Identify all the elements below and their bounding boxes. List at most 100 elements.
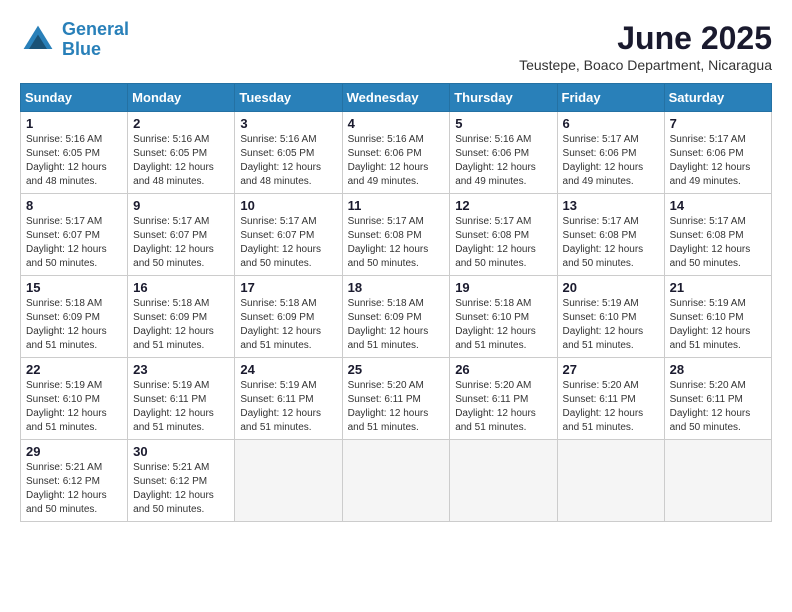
calendar-cell: 23 Sunrise: 5:19 AM Sunset: 6:11 PM Dayl… bbox=[128, 358, 235, 440]
day-info: Sunrise: 5:17 AM Sunset: 6:08 PM Dayligh… bbox=[563, 215, 659, 271]
day-info: Sunrise: 5:17 AM Sunset: 6:07 PM Dayligh… bbox=[240, 215, 336, 271]
logo-text: General Blue bbox=[62, 20, 129, 60]
calendar-cell: 4 Sunrise: 5:16 AM Sunset: 6:06 PM Dayli… bbox=[342, 112, 450, 194]
day-number: 16 bbox=[133, 280, 229, 295]
calendar-cell: 22 Sunrise: 5:19 AM Sunset: 6:10 PM Dayl… bbox=[21, 358, 128, 440]
day-number: 23 bbox=[133, 362, 229, 377]
day-number: 2 bbox=[133, 116, 229, 131]
calendar-cell: 15 Sunrise: 5:18 AM Sunset: 6:09 PM Dayl… bbox=[21, 276, 128, 358]
day-info: Sunrise: 5:18 AM Sunset: 6:09 PM Dayligh… bbox=[26, 297, 122, 353]
calendar-cell: 18 Sunrise: 5:18 AM Sunset: 6:09 PM Dayl… bbox=[342, 276, 450, 358]
calendar-cell: 7 Sunrise: 5:17 AM Sunset: 6:06 PM Dayli… bbox=[664, 112, 771, 194]
calendar-cell: 5 Sunrise: 5:16 AM Sunset: 6:06 PM Dayli… bbox=[450, 112, 557, 194]
day-info: Sunrise: 5:16 AM Sunset: 6:06 PM Dayligh… bbox=[348, 133, 445, 189]
calendar-table: SundayMondayTuesdayWednesdayThursdayFrid… bbox=[20, 83, 772, 522]
day-number: 17 bbox=[240, 280, 336, 295]
day-info: Sunrise: 5:19 AM Sunset: 6:10 PM Dayligh… bbox=[26, 379, 122, 435]
week-row-5: 29 Sunrise: 5:21 AM Sunset: 6:12 PM Dayl… bbox=[21, 440, 772, 522]
header: General Blue June 2025 Teustepe, Boaco D… bbox=[20, 20, 772, 73]
day-number: 3 bbox=[240, 116, 336, 131]
day-number: 15 bbox=[26, 280, 122, 295]
calendar-cell: 10 Sunrise: 5:17 AM Sunset: 6:07 PM Dayl… bbox=[235, 194, 342, 276]
calendar-cell: 11 Sunrise: 5:17 AM Sunset: 6:08 PM Dayl… bbox=[342, 194, 450, 276]
day-info: Sunrise: 5:16 AM Sunset: 6:05 PM Dayligh… bbox=[26, 133, 122, 189]
day-info: Sunrise: 5:17 AM Sunset: 6:06 PM Dayligh… bbox=[670, 133, 766, 189]
day-number: 5 bbox=[455, 116, 551, 131]
day-info: Sunrise: 5:20 AM Sunset: 6:11 PM Dayligh… bbox=[348, 379, 445, 435]
day-number: 22 bbox=[26, 362, 122, 377]
day-number: 29 bbox=[26, 444, 122, 459]
day-number: 20 bbox=[563, 280, 659, 295]
day-number: 13 bbox=[563, 198, 659, 213]
week-row-3: 15 Sunrise: 5:18 AM Sunset: 6:09 PM Dayl… bbox=[21, 276, 772, 358]
day-info: Sunrise: 5:16 AM Sunset: 6:05 PM Dayligh… bbox=[240, 133, 336, 189]
weekday-header-friday: Friday bbox=[557, 84, 664, 112]
day-number: 30 bbox=[133, 444, 229, 459]
day-info: Sunrise: 5:16 AM Sunset: 6:06 PM Dayligh… bbox=[455, 133, 551, 189]
calendar-cell: 25 Sunrise: 5:20 AM Sunset: 6:11 PM Dayl… bbox=[342, 358, 450, 440]
weekday-header-tuesday: Tuesday bbox=[235, 84, 342, 112]
week-row-2: 8 Sunrise: 5:17 AM Sunset: 6:07 PM Dayli… bbox=[21, 194, 772, 276]
calendar-cell: 6 Sunrise: 5:17 AM Sunset: 6:06 PM Dayli… bbox=[557, 112, 664, 194]
day-number: 26 bbox=[455, 362, 551, 377]
day-info: Sunrise: 5:19 AM Sunset: 6:11 PM Dayligh… bbox=[133, 379, 229, 435]
calendar-cell: 21 Sunrise: 5:19 AM Sunset: 6:10 PM Dayl… bbox=[664, 276, 771, 358]
calendar-cell bbox=[235, 440, 342, 522]
day-number: 24 bbox=[240, 362, 336, 377]
day-info: Sunrise: 5:17 AM Sunset: 6:08 PM Dayligh… bbox=[348, 215, 445, 271]
weekday-header-wednesday: Wednesday bbox=[342, 84, 450, 112]
weekday-header-monday: Monday bbox=[128, 84, 235, 112]
logo-icon bbox=[20, 22, 56, 58]
calendar-cell: 29 Sunrise: 5:21 AM Sunset: 6:12 PM Dayl… bbox=[21, 440, 128, 522]
calendar-cell: 24 Sunrise: 5:19 AM Sunset: 6:11 PM Dayl… bbox=[235, 358, 342, 440]
day-info: Sunrise: 5:17 AM Sunset: 6:07 PM Dayligh… bbox=[26, 215, 122, 271]
day-info: Sunrise: 5:16 AM Sunset: 6:05 PM Dayligh… bbox=[133, 133, 229, 189]
calendar-cell: 8 Sunrise: 5:17 AM Sunset: 6:07 PM Dayli… bbox=[21, 194, 128, 276]
day-info: Sunrise: 5:20 AM Sunset: 6:11 PM Dayligh… bbox=[455, 379, 551, 435]
day-info: Sunrise: 5:20 AM Sunset: 6:11 PM Dayligh… bbox=[670, 379, 766, 435]
calendar-cell: 20 Sunrise: 5:19 AM Sunset: 6:10 PM Dayl… bbox=[557, 276, 664, 358]
calendar-cell: 2 Sunrise: 5:16 AM Sunset: 6:05 PM Dayli… bbox=[128, 112, 235, 194]
logo: General Blue bbox=[20, 20, 129, 60]
day-info: Sunrise: 5:18 AM Sunset: 6:09 PM Dayligh… bbox=[133, 297, 229, 353]
day-number: 25 bbox=[348, 362, 445, 377]
day-info: Sunrise: 5:17 AM Sunset: 6:08 PM Dayligh… bbox=[455, 215, 551, 271]
day-number: 11 bbox=[348, 198, 445, 213]
weekday-header-thursday: Thursday bbox=[450, 84, 557, 112]
calendar-cell: 17 Sunrise: 5:18 AM Sunset: 6:09 PM Dayl… bbox=[235, 276, 342, 358]
calendar-cell: 3 Sunrise: 5:16 AM Sunset: 6:05 PM Dayli… bbox=[235, 112, 342, 194]
day-number: 12 bbox=[455, 198, 551, 213]
day-info: Sunrise: 5:21 AM Sunset: 6:12 PM Dayligh… bbox=[133, 461, 229, 517]
day-info: Sunrise: 5:21 AM Sunset: 6:12 PM Dayligh… bbox=[26, 461, 122, 517]
logo-line1: General bbox=[62, 19, 129, 39]
calendar-cell: 13 Sunrise: 5:17 AM Sunset: 6:08 PM Dayl… bbox=[557, 194, 664, 276]
calendar-cell: 27 Sunrise: 5:20 AM Sunset: 6:11 PM Dayl… bbox=[557, 358, 664, 440]
calendar-cell: 26 Sunrise: 5:20 AM Sunset: 6:11 PM Dayl… bbox=[450, 358, 557, 440]
week-row-1: 1 Sunrise: 5:16 AM Sunset: 6:05 PM Dayli… bbox=[21, 112, 772, 194]
calendar-cell: 14 Sunrise: 5:17 AM Sunset: 6:08 PM Dayl… bbox=[664, 194, 771, 276]
day-number: 10 bbox=[240, 198, 336, 213]
day-info: Sunrise: 5:19 AM Sunset: 6:11 PM Dayligh… bbox=[240, 379, 336, 435]
day-number: 7 bbox=[670, 116, 766, 131]
logo-line2: Blue bbox=[62, 39, 101, 59]
day-number: 1 bbox=[26, 116, 122, 131]
day-number: 27 bbox=[563, 362, 659, 377]
day-info: Sunrise: 5:17 AM Sunset: 6:07 PM Dayligh… bbox=[133, 215, 229, 271]
calendar-cell: 30 Sunrise: 5:21 AM Sunset: 6:12 PM Dayl… bbox=[128, 440, 235, 522]
day-number: 9 bbox=[133, 198, 229, 213]
day-number: 4 bbox=[348, 116, 445, 131]
calendar-cell bbox=[557, 440, 664, 522]
month-title: June 2025 bbox=[519, 20, 772, 57]
calendar-cell bbox=[450, 440, 557, 522]
week-row-4: 22 Sunrise: 5:19 AM Sunset: 6:10 PM Dayl… bbox=[21, 358, 772, 440]
day-info: Sunrise: 5:18 AM Sunset: 6:09 PM Dayligh… bbox=[240, 297, 336, 353]
day-number: 19 bbox=[455, 280, 551, 295]
location-title: Teustepe, Boaco Department, Nicaragua bbox=[519, 57, 772, 73]
day-number: 8 bbox=[26, 198, 122, 213]
day-number: 6 bbox=[563, 116, 659, 131]
weekday-header-saturday: Saturday bbox=[664, 84, 771, 112]
calendar-cell: 9 Sunrise: 5:17 AM Sunset: 6:07 PM Dayli… bbox=[128, 194, 235, 276]
weekday-header-row: SundayMondayTuesdayWednesdayThursdayFrid… bbox=[21, 84, 772, 112]
day-info: Sunrise: 5:18 AM Sunset: 6:09 PM Dayligh… bbox=[348, 297, 445, 353]
day-number: 18 bbox=[348, 280, 445, 295]
